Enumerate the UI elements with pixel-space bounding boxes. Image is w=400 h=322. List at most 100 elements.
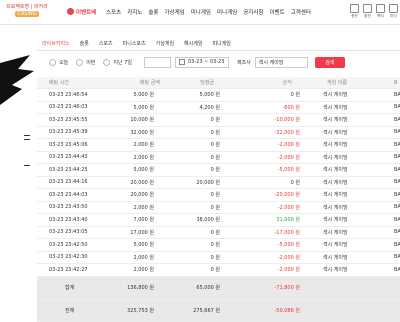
logo-title: 프로젝트명 | 바카라 — [6, 4, 48, 10]
radio-circle-icon — [49, 58, 56, 66]
menu-item-sports[interactable]: 스포츠 — [106, 8, 121, 16]
row-extra: BA — [394, 191, 400, 198]
event-badge-label: 이벤트배 — [76, 9, 97, 16]
row-extra: BA — [394, 204, 400, 211]
row-bet-time: 03-23 23:44:25 — [49, 166, 88, 173]
radio-this-week[interactable]: 이번 — [76, 58, 95, 66]
tab-slot[interactable]: 슬롯 — [75, 40, 94, 47]
row-bet-time: 03-23 23:43:40 — [49, 216, 88, 223]
row-game-name: 섹시 게이밍 — [323, 242, 348, 249]
menu-item-virtual[interactable]: 가상게임 — [165, 8, 185, 16]
row-extra: BA — [394, 216, 400, 223]
betting-history-panel: 라이브카지노 슬롯 스포츠 미니스포츠 가상게임 해시게임 미니게임 오늘 이번… — [37, 36, 400, 322]
deposit-button[interactable]: 충전 — [348, 2, 361, 21]
table-row: 03-23 23:45:06 2,000 원 0 원 -2,000 원 섹시 게이밍 BA — [37, 139, 400, 152]
row-extra: BA — [394, 229, 400, 236]
withdraw-button[interactable]: 환전 — [361, 2, 374, 21]
menu-item-hash[interactable]: 미니게임 — [191, 8, 211, 16]
table-row: 03-23 23:42:50 5,000 원 0 원 -5,000 원 섹시 게이밍 BA — [37, 239, 400, 252]
row-extra: BA — [394, 91, 400, 98]
filter-bar: 오늘 이번 지난 7일 03-23 ~ 03-23 제조사 섹시 게이밍 검색 — [37, 54, 400, 70]
row-win-amount: 0 원 — [210, 242, 220, 249]
total-label: 전체 — [65, 307, 75, 314]
row-bet-amount: 2,000 원 — [133, 154, 154, 161]
search-button[interactable]: 검색 — [314, 56, 345, 68]
row-win-amount: 0 원 — [210, 254, 220, 261]
row-extra: BA — [394, 266, 400, 273]
sidebar — [0, 25, 37, 300]
row-win-amount: 0 원 — [210, 267, 220, 274]
header-profit-loss: 손익 — [282, 80, 292, 86]
row-bet-time: 03-23 23:43:50 — [49, 204, 88, 211]
tab-virtual[interactable]: 가상게임 — [151, 40, 179, 47]
row-bet-time: 03-23 23:44:03 — [49, 191, 88, 198]
radio-circle-icon — [103, 58, 111, 66]
provider-field[interactable]: 섹시 게이밍 — [254, 56, 308, 68]
row-game-name: 섹시 게이밍 — [323, 217, 348, 224]
sum-label: 합계 — [65, 285, 75, 291]
row-game-name: 섹시 게이밍 — [323, 92, 348, 99]
row-profit-loss: -32,000 원 — [274, 129, 301, 136]
row-win-amount: 4,200 원 — [199, 104, 220, 111]
tab-mini[interactable]: 미니게임 — [207, 40, 235, 47]
total-bet: 325,753 원 — [127, 307, 154, 314]
date-range-input[interactable]: 03-23 ~ 03-23 — [174, 56, 229, 68]
header-extra: B — [394, 79, 398, 86]
row-profit-loss: -2,000 원 — [277, 142, 300, 149]
row-extra: BA — [394, 104, 400, 111]
row-extra: BA — [394, 241, 400, 248]
menu-item-slot[interactable]: 슬롯 — [148, 8, 158, 16]
row-bet-time: 03-23 23:42:30 — [49, 254, 88, 261]
row-win-amount: 20,000 원 — [196, 179, 220, 186]
main-menu: 스포츠 카지노 슬롯 가상게임 미니게임 미니게임 공지사항 이벤트 고객센터 — [106, 8, 317, 16]
row-game-name: 섹시 게이밍 — [323, 117, 348, 124]
menu-item-casino[interactable]: 카지노 — [127, 8, 142, 16]
row-bet-amount: 5,000 원 — [133, 242, 154, 249]
table-row: 03-23 23:42:27 2,000 원 0 원 -2,000 원 섹시 게이밍 BA — [37, 264, 400, 277]
mypage-button[interactable]: 마이 — [387, 2, 400, 21]
brand-emblem-icon — [0, 55, 34, 105]
row-bet-amount: 5,000 원 — [133, 92, 154, 99]
row-bet-time: 03-23 23:44:16 — [49, 179, 88, 186]
tab-live-casino[interactable]: 라이브카지노 — [37, 40, 75, 47]
tab-sports[interactable]: 스포츠 — [94, 40, 118, 47]
row-win-amount: 0 원 — [210, 192, 220, 199]
tab-hash[interactable]: 해시게임 — [179, 40, 207, 47]
table-row: 03-23 23:46:54 5,000 원 5,000 원 0 원 섹시 게이밍 BA — [37, 89, 400, 102]
row-win-amount: 0 원 — [210, 229, 220, 236]
row-game-name: 섹시 게이밍 — [323, 192, 348, 199]
row-game-name: 섹시 게이밍 — [323, 167, 348, 174]
total-row: 전체 325,753 원 275,667 원 -50,086 원 — [37, 299, 400, 322]
menu-item-support[interactable]: 고객센터 — [291, 8, 311, 16]
row-extra: BA — [394, 166, 400, 173]
row-profit-loss: -2,000 원 — [277, 267, 300, 274]
menu-item-mini[interactable]: 미니게임 — [217, 8, 237, 16]
row-win-amount: 0 원 — [210, 167, 220, 174]
radio-today[interactable]: 오늘 — [49, 58, 68, 66]
row-extra: BA — [394, 179, 400, 186]
row-win-amount: 0 원 — [210, 117, 220, 124]
menu-item-event[interactable]: 이벤트 — [270, 8, 285, 16]
sum-bet: 136,800 원 — [127, 285, 154, 291]
row-profit-loss: 0 원 — [290, 92, 300, 99]
site-logo[interactable]: 프로젝트명 | 바카라 CASINO — [4, 4, 50, 17]
message-button[interactable]: 쪽지 — [374, 2, 387, 21]
row-bet-time: 03-23 23:45:06 — [49, 141, 88, 148]
event-badge[interactable]: 이벤트배 — [67, 7, 96, 16]
row-bet-time: 03-23 23:46:03 — [49, 104, 88, 111]
betting-table: 배팅 시간 배팅 금액 당첨금 손익 게임 이름 B 03-23 23:46:5… — [37, 77, 400, 322]
table-row: 03-23 23:44:03 20,000 원 0 원 -20,000 원 섹시 게이밍… — [37, 189, 400, 202]
table-row: 03-23 23:44:43 2,000 원 0 원 -2,000 원 섹시 게이밍 BA — [37, 152, 400, 164]
row-bet-amount: 5,000 원 — [133, 167, 154, 174]
row-bet-amount: 5,000 원 — [133, 104, 154, 111]
row-game-name: 섹시 게이밍 — [323, 204, 348, 211]
total-win: 275,667 원 — [193, 307, 220, 314]
tab-mini-sports[interactable]: 미니스포츠 — [118, 40, 151, 47]
row-bet-amount: 2,000 원 — [133, 254, 154, 261]
row-profit-loss: 0 원 — [290, 179, 300, 186]
row-profit-loss: -2,000 원 — [277, 154, 300, 161]
radio-last-7-days[interactable]: 지난 7일 — [103, 58, 132, 66]
row-bet-time: 03-23 23:43:05 — [49, 229, 88, 236]
menu-item-notice[interactable]: 공지사항 — [243, 8, 263, 16]
period-select[interactable] — [143, 56, 171, 68]
